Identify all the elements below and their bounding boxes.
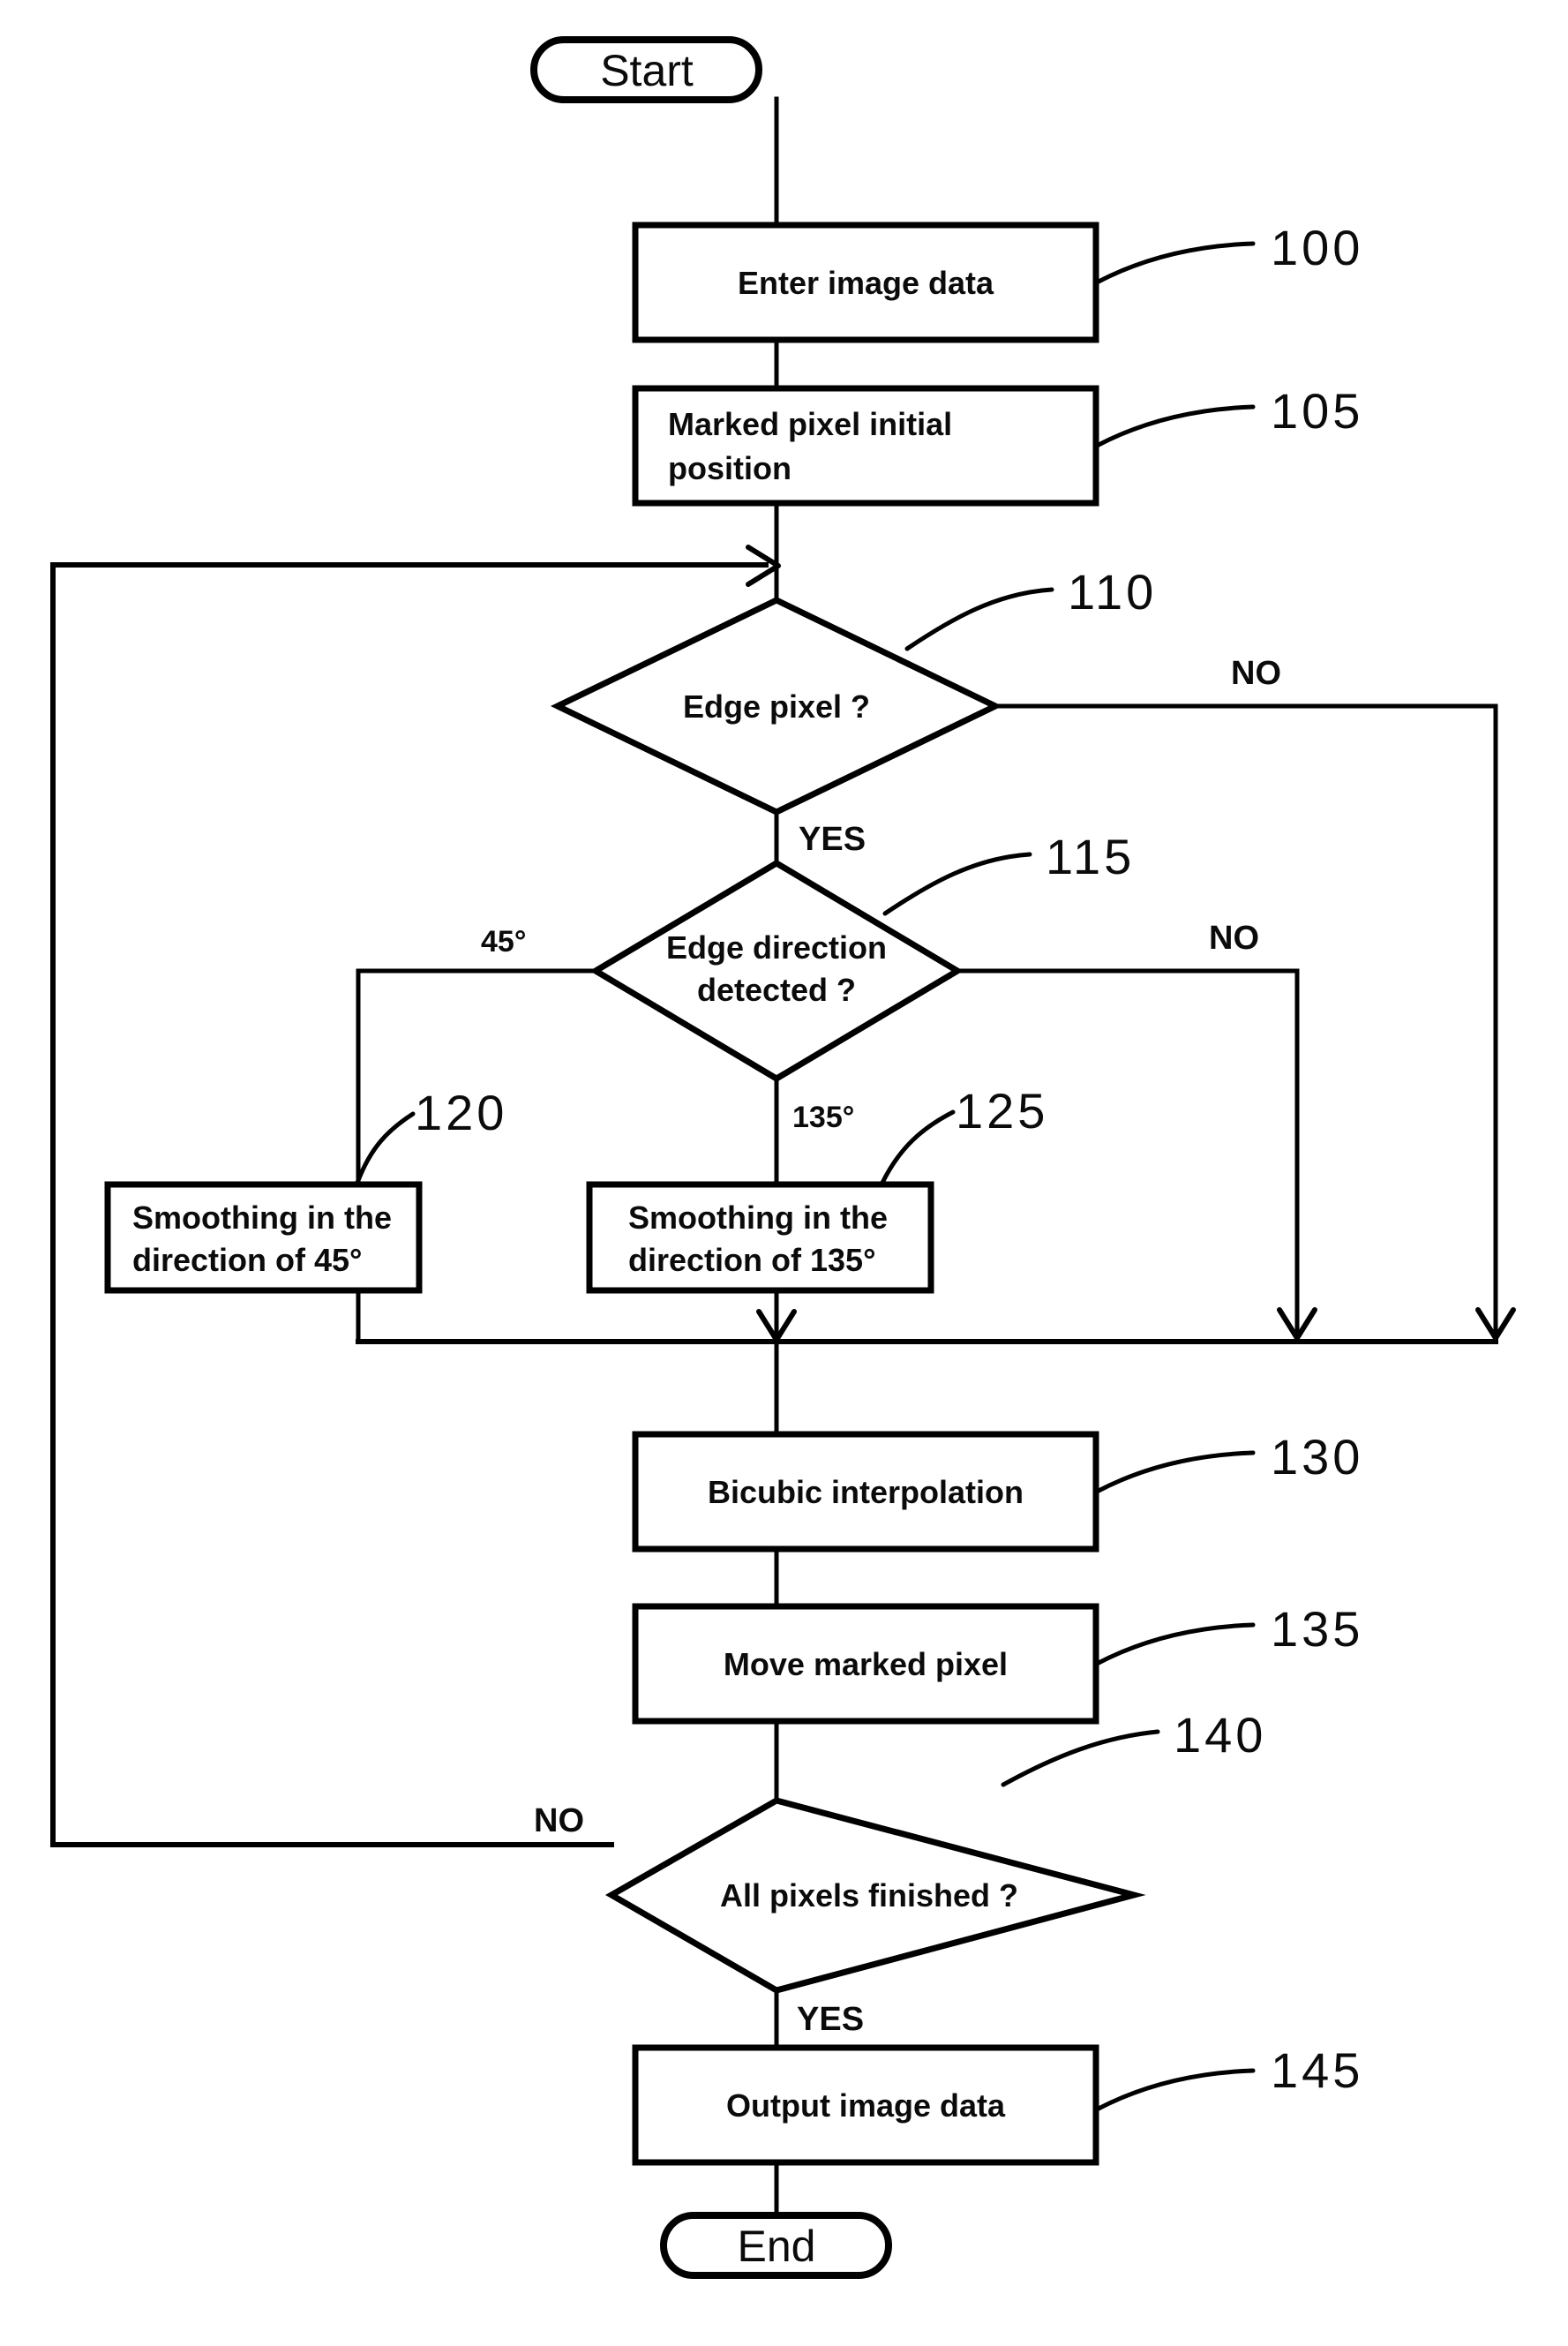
process-box-125-label-line1: Smoothing in the [628, 1199, 888, 1236]
reference-numeral-130: 130 [1271, 1429, 1363, 1485]
canvas-background [0, 0, 1568, 2346]
edge-label-yes-140: YES [797, 2001, 864, 2038]
process-box-125-label-line2: direction of 135° [628, 1242, 875, 1278]
reference-numeral-105: 105 [1271, 383, 1363, 439]
start-label: Start [600, 46, 694, 95]
process-box-105-label-line1: Marked pixel initial [668, 406, 952, 442]
flowchart-svg: Start Enter image data 100 Marked pixel … [0, 0, 1568, 2346]
process-box-135-label: Move marked pixel [724, 1646, 1008, 1682]
decision-diamond-115-label-line1: Edge direction [666, 929, 887, 966]
edge-label-yes-110: YES [799, 821, 866, 858]
reference-numeral-120: 120 [415, 1085, 507, 1140]
edge-label-no-110: NO [1231, 655, 1281, 692]
reference-numeral-140: 140 [1174, 1707, 1266, 1763]
reference-numeral-135: 135 [1271, 1601, 1363, 1657]
end-label: End [738, 2222, 816, 2271]
reference-numeral-125: 125 [956, 1083, 1048, 1139]
reference-numeral-100: 100 [1271, 220, 1363, 275]
decision-diamond-110-label: Edge pixel ? [683, 688, 870, 725]
edge-label-no-140: NO [534, 1802, 584, 1839]
decision-diamond-115-label-line2: detected ? [697, 972, 856, 1008]
edge-label-no-115: NO [1209, 920, 1259, 957]
process-box-120-label-line2: direction of 45° [132, 1242, 362, 1278]
decision-diamond-140-label: All pixels finished ? [720, 1877, 1018, 1914]
edge-label-135deg: 135° [792, 1101, 854, 1134]
process-box-120-label-line1: Smoothing in the [132, 1199, 392, 1236]
edge-label-45deg: 45° [481, 925, 526, 959]
process-box-100-label: Enter image data [738, 265, 994, 301]
reference-numeral-115: 115 [1046, 829, 1135, 884]
process-box-145-label: Output image data [726, 2087, 1006, 2124]
reference-numeral-110: 110 [1068, 564, 1157, 620]
flowchart-canvas: Start Enter image data 100 Marked pixel … [0, 0, 1568, 2346]
process-box-130-label: Bicubic interpolation [708, 1474, 1024, 1510]
process-box-105-label-line2: position [668, 450, 792, 486]
reference-numeral-145: 145 [1271, 2042, 1363, 2098]
